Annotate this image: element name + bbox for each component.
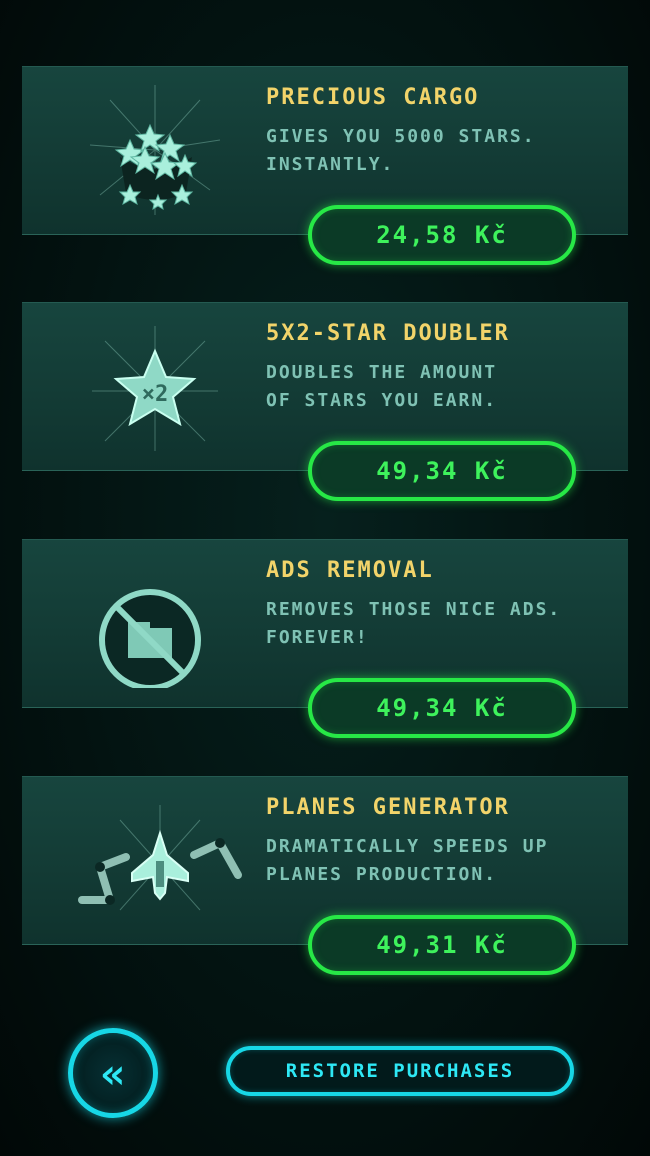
buy-planes-generator-button[interactable]: 49,31 Kč (308, 915, 576, 975)
plane-generator-icon (70, 795, 250, 925)
shop-item-precious-cargo: PRECIOUS CARGO GIVES YOU 5000 STARS. INS… (22, 66, 628, 265)
shop-item-ads-removal: ADS REMOVAL REMOVES THOSE NICE ADS. FORE… (22, 539, 628, 738)
shop-item-planes-generator: PLANES GENERATOR DRAMATICALLY SPEEDS UP … (22, 776, 628, 975)
buy-ads-removal-button[interactable]: 49,34 Kč (308, 678, 576, 738)
star-cargo-icon (90, 85, 220, 215)
buy-precious-cargo-button[interactable]: 24,58 Kč (308, 205, 576, 265)
item-description-line: REMOVES THOSE NICE ADS. (266, 599, 562, 620)
item-description-line: INSTANTLY. (266, 154, 395, 175)
item-title: 5X2-STAR DOUBLER (266, 321, 510, 346)
item-description: REMOVES THOSE NICE ADS. FOREVER! (266, 596, 596, 652)
item-description: DRAMATICALLY SPEEDS UP PLANES PRODUCTION… (266, 833, 596, 889)
star-doubler-icon: ×2 (90, 321, 220, 451)
no-ads-icon (90, 558, 220, 688)
svg-text:×2: ×2 (142, 382, 169, 407)
item-description-line: PLANES PRODUCTION. (266, 864, 498, 885)
item-description-line: DOUBLES THE AMOUNT (266, 362, 498, 383)
restore-purchases-button[interactable]: RESTORE PURCHASES (226, 1046, 574, 1096)
item-description-line: GIVES YOU 5000 STARS. (266, 126, 536, 147)
buy-star-doubler-button[interactable]: 49,34 Kč (308, 441, 576, 501)
back-button[interactable]: « (68, 1028, 158, 1118)
item-title: PLANES GENERATOR (266, 795, 510, 820)
shop-item-star-doubler: ×2 5X2-STAR DOUBLER DOUBLES THE AMOUNT O… (22, 302, 628, 501)
item-title: ADS REMOVAL (266, 558, 434, 583)
item-description-line: OF STARS YOU EARN. (266, 390, 498, 411)
double-chevron-left-icon: « (100, 1048, 126, 1098)
item-description: DOUBLES THE AMOUNT OF STARS YOU EARN. (266, 359, 596, 415)
item-description: GIVES YOU 5000 STARS. INSTANTLY. (266, 123, 596, 179)
item-description-line: DRAMATICALLY SPEEDS UP (266, 836, 549, 857)
item-description-line: FOREVER! (266, 627, 369, 648)
item-title: PRECIOUS CARGO (266, 85, 480, 110)
